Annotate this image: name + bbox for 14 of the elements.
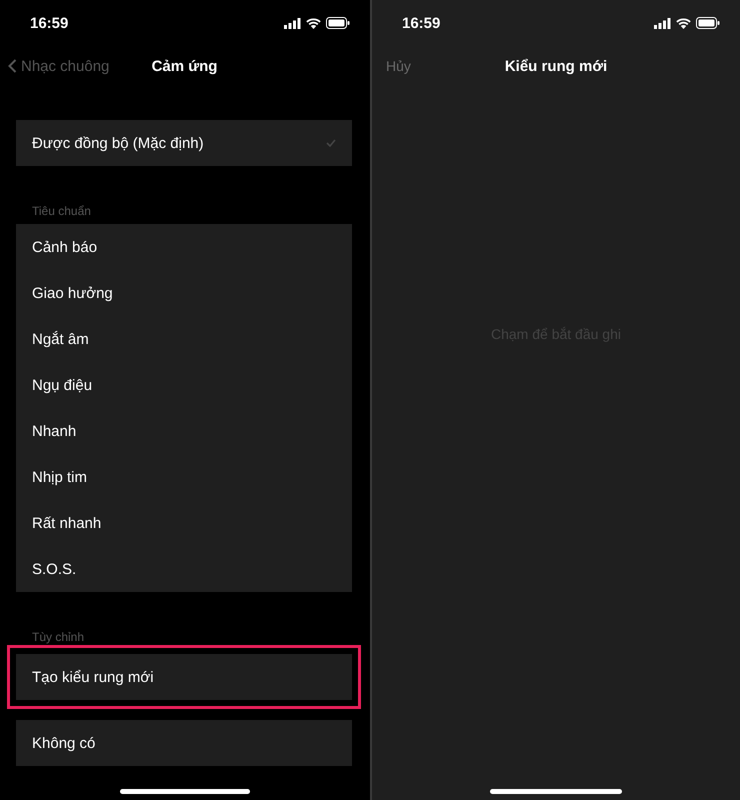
section-header: Tiêu chuẩn bbox=[31, 204, 92, 220]
wifi-icon bbox=[676, 18, 691, 28]
battery-icon bbox=[696, 17, 720, 29]
battery-icon bbox=[326, 17, 350, 29]
status-time: 16:59 bbox=[30, 14, 68, 32]
signal-icon bbox=[654, 18, 671, 28]
chevron-left-icon bbox=[8, 59, 17, 73]
screen-title: Kiểu rung mới bbox=[504, 58, 608, 74]
status-time: 16:59 bbox=[402, 14, 440, 32]
section-header: Tùy chỉnh bbox=[31, 630, 86, 646]
list-item[interactable]: Tạo kiểu rung mới bbox=[16, 654, 352, 700]
signal-icon bbox=[284, 18, 301, 28]
wifi-icon bbox=[306, 18, 321, 28]
screen-title: Cảm ứng bbox=[152, 58, 218, 74]
